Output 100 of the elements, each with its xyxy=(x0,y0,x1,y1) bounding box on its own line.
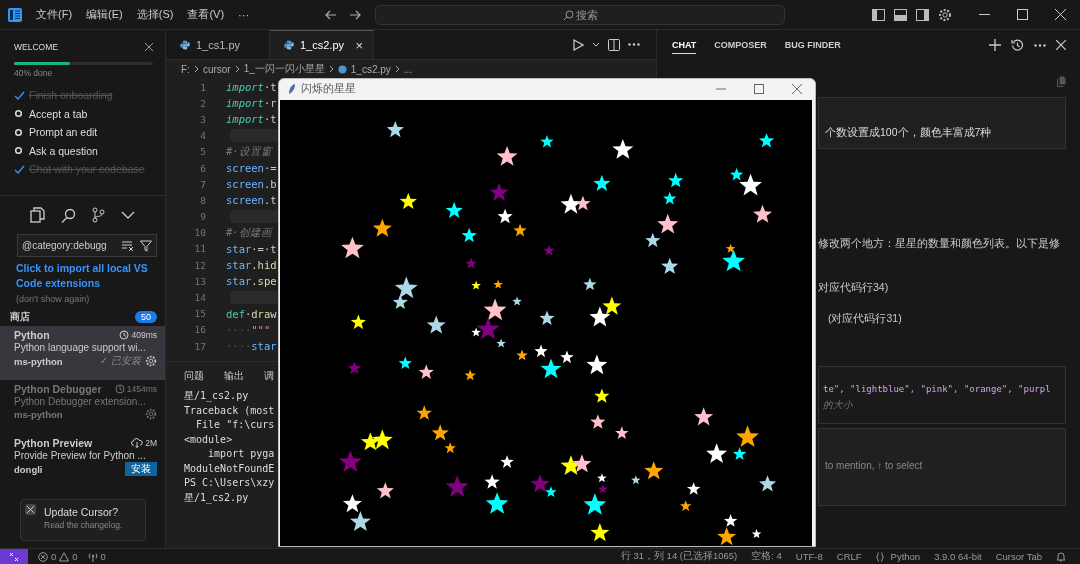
extension-item[interactable]: Python Preview 2M Provide Preview for Python ... dongli 安装 xyxy=(0,434,165,488)
metric-text: 1454ms xyxy=(126,384,157,394)
cloud-download-icon xyxy=(131,438,144,448)
code-line: import·t xyxy=(226,113,277,126)
terminal-line: import pyga xyxy=(207,447,276,461)
chat-input[interactable]: to mention, ↑ to select xyxy=(818,428,1066,506)
settings-icon[interactable] xyxy=(145,355,157,367)
terminal-line: ModuleNotFoundE xyxy=(184,461,276,476)
line-number: 2 xyxy=(199,97,207,109)
more-menu[interactable]: ··· xyxy=(238,8,250,21)
close-icon[interactable] xyxy=(145,43,153,51)
window-title: 闪烁的星星 xyxy=(301,82,356,97)
search-field[interactable]: 搜索 xyxy=(375,4,786,25)
status-item[interactable]: 3.9.0 64-bit xyxy=(934,551,982,562)
breadcrumb-item[interactable]: cursor xyxy=(202,63,231,75)
install-button[interactable]: 安装 xyxy=(125,462,157,476)
breadcrumb-item[interactable]: 1_cs2.py xyxy=(350,63,391,75)
chevron-right-icon xyxy=(394,65,400,73)
history-icon[interactable] xyxy=(1011,38,1024,52)
back-arrow-icon[interactable] xyxy=(325,8,338,21)
maximize-icon[interactable] xyxy=(754,84,764,95)
settings-icon[interactable] xyxy=(938,7,952,22)
more-icon[interactable] xyxy=(628,43,640,46)
search-icon xyxy=(563,9,575,21)
editor-tab[interactable]: 1_cs2.py × xyxy=(270,30,374,59)
close-icon[interactable] xyxy=(792,84,802,95)
chevron-down-icon[interactable] xyxy=(592,42,600,47)
status-item[interactable]: UTF-8 xyxy=(795,551,823,562)
problems-status[interactable]: 0 0 xyxy=(38,551,78,562)
terminal-line: Traceback (most xyxy=(184,403,276,418)
app-logo-icon[interactable] xyxy=(8,7,22,22)
close-button[interactable] xyxy=(25,504,36,515)
filter-icon[interactable] xyxy=(140,239,152,252)
clear-filter-icon[interactable] xyxy=(122,240,134,251)
code-line: screen.t xyxy=(226,194,277,207)
publisher-name: ms-python xyxy=(14,355,64,367)
extension-search-field[interactable]: @category:debugg xyxy=(17,234,157,257)
onboarding-step[interactable]: Ask a question xyxy=(29,144,98,157)
ports-status[interactable]: 0 xyxy=(87,551,106,562)
status-item[interactable]: Cursor Tab xyxy=(995,551,1042,562)
line-number: 9 xyxy=(199,211,207,223)
extension-description: Provide Preview for Python ... xyxy=(14,450,147,461)
extension-description: Python Debugger extension... xyxy=(14,396,147,407)
breadcrumb-item[interactable]: F: xyxy=(181,63,190,75)
status-item[interactable]: 行 31，列 14 (已选择1065) xyxy=(620,550,738,563)
menu-item[interactable]: 编辑(E) xyxy=(86,7,123,22)
remote-button[interactable] xyxy=(0,549,28,564)
forward-arrow-icon[interactable] xyxy=(349,8,362,21)
search-icon[interactable] xyxy=(61,207,76,223)
source-control-icon[interactable] xyxy=(92,207,105,223)
chevron-down-icon[interactable] xyxy=(121,211,135,219)
remote-icon xyxy=(9,551,19,562)
status-item[interactable]: Python xyxy=(875,551,921,562)
toggle-panel-icon[interactable] xyxy=(894,8,907,21)
chat-tab[interactable]: CHAT xyxy=(672,36,697,54)
welcome-title: WELCOME xyxy=(14,42,58,52)
warning-icon xyxy=(59,551,70,562)
line-number: 8 xyxy=(199,194,207,206)
terminal-line: File "f:\curs xyxy=(195,418,276,432)
bell-icon[interactable] xyxy=(1056,551,1066,562)
section-title: 商店 xyxy=(10,310,30,324)
status-item[interactable]: CRLF xyxy=(836,551,862,562)
run-icon[interactable] xyxy=(573,38,584,51)
line-number: 14 xyxy=(193,292,207,304)
close-tab-button[interactable]: × xyxy=(355,37,363,53)
toggle-secondary-sidebar-icon[interactable] xyxy=(916,8,929,21)
notification-title: Update Cursor? xyxy=(44,506,120,518)
breadcrumb-item[interactable]: 1_一闪一闪小星星 xyxy=(243,62,325,76)
onboarding-step[interactable]: Accept a tab xyxy=(29,107,88,120)
more-icon[interactable] xyxy=(1034,43,1046,47)
split-editor-icon[interactable] xyxy=(608,38,620,51)
history-icon xyxy=(114,384,125,394)
terminal-line: PS C:\Users\xzy xyxy=(184,476,276,490)
breadcrumb-item[interactable]: ... xyxy=(403,63,413,75)
extension-item[interactable]: Python 409ms Python language support wi... ms-python ✓ 已安装 xyxy=(0,326,165,380)
terminal-line: 星/1_cs2.py xyxy=(184,389,250,404)
line-number: 12 xyxy=(193,259,207,271)
menu-item[interactable]: 查看(V) xyxy=(187,7,225,22)
import-extensions-link[interactable]: Click to import all local VS Code extensions xyxy=(16,261,157,291)
import-extensions-notice: Click to import all local VS Code extensions (don't show again) xyxy=(16,261,157,307)
plus-icon[interactable] xyxy=(989,39,1001,51)
panel-tab[interactable]: 输出 xyxy=(224,370,244,383)
onboarding-step[interactable]: Prompt an edit xyxy=(29,126,98,139)
line-number: 15 xyxy=(193,308,207,320)
panel-tab[interactable]: 问题 xyxy=(184,370,204,383)
feather-icon xyxy=(288,83,296,96)
error-icon xyxy=(38,551,48,562)
chat-tab[interactable]: BUG FINDER xyxy=(784,37,841,53)
notification-text[interactable]: Read the changelog. xyxy=(44,520,123,530)
status-item[interactable]: 空格: 4 xyxy=(751,550,782,563)
menu-item[interactable]: 选择(S) xyxy=(136,7,174,22)
toggle-sidebar-icon[interactable] xyxy=(872,8,885,21)
files-icon[interactable] xyxy=(30,207,45,223)
panel-tab[interactable]: 调 xyxy=(264,370,274,383)
line-number: 1 xyxy=(199,81,207,93)
copy-icon[interactable] xyxy=(1057,76,1066,87)
publisher-name: ms-python xyxy=(14,408,64,420)
chat-tab[interactable]: COMPOSER xyxy=(714,37,767,53)
code-line: import·t xyxy=(226,81,277,94)
menu-item[interactable]: 文件(F) xyxy=(36,7,73,22)
